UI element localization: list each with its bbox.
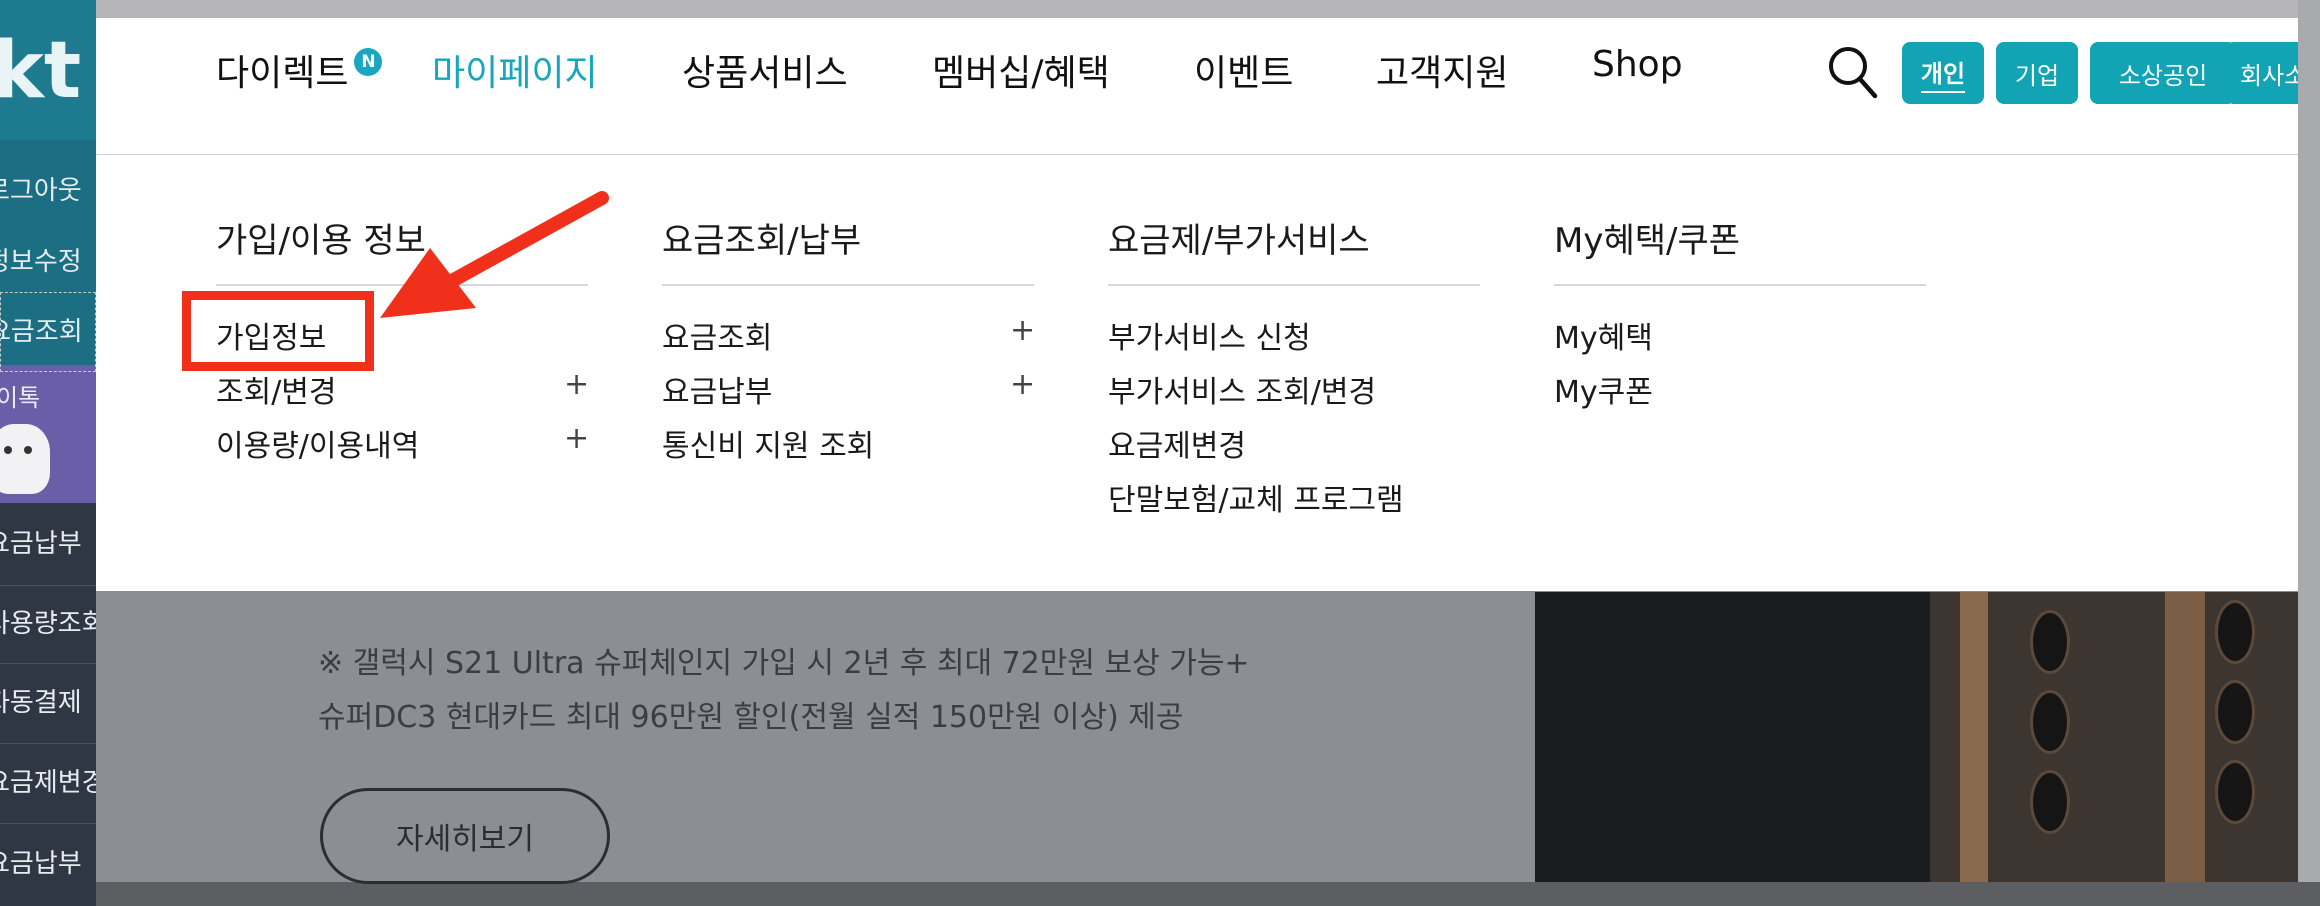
menu-link-subsidy-inquiry[interactable]: 통신비 지원 조회 xyxy=(662,421,874,465)
sidebar-divider xyxy=(0,663,96,664)
search-icon[interactable] xyxy=(1826,44,1878,100)
sidebar-divider xyxy=(0,823,96,824)
nav-support[interactable]: 고객지원 xyxy=(1376,44,1508,96)
nav-direct[interactable]: 다이렉트 N xyxy=(216,44,383,96)
top-dim-strip xyxy=(0,0,2320,18)
detail-button[interactable]: 자세히보기 xyxy=(320,788,610,884)
bottom-dim-band xyxy=(0,882,2320,906)
camera-lens-icon xyxy=(2215,600,2255,664)
sidebar-item-payment[interactable]: 요금납부 xyxy=(0,518,96,570)
sidebar-item-payment-2[interactable]: 요금납부 xyxy=(0,838,96,890)
camera-lens-icon xyxy=(2030,770,2070,834)
camera-lens-icon xyxy=(2215,760,2255,824)
phone-image xyxy=(1535,592,1935,892)
sidebar-item-edit-info[interactable]: 정보수정 xyxy=(0,236,96,288)
right-dim-strip xyxy=(2298,0,2320,906)
menu-column-title-billing: 요금조회/납부 xyxy=(662,213,1034,286)
menu-link-bill-inquiry[interactable]: 요금조회 xyxy=(662,313,772,357)
expand-plus-icon[interactable]: + xyxy=(1010,313,1035,348)
sidebar-item-plan-change[interactable]: 요금제변경 xyxy=(0,757,96,809)
menu-link-device-insurance[interactable]: 단말보험/교체 프로그램 xyxy=(1108,475,1404,519)
phone-frame-edge xyxy=(2165,592,2205,892)
menu-link-inquiry-change[interactable]: 조회/변경 xyxy=(216,367,337,411)
menu-column-title-benefits: My혜택/쿠폰 xyxy=(1554,213,1926,286)
annotation-arrow-icon xyxy=(380,191,609,318)
left-sidebar: kt 로그아웃 정보수정 요금조회 이톡 요금납부 사용량조회 자동결제 요금제… xyxy=(0,0,96,906)
menu-link-addon-apply[interactable]: 부가서비스 신청 xyxy=(1108,313,1311,357)
menu-link-usage-history[interactable]: 이용량/이용내역 xyxy=(216,421,419,465)
menu-link-addon-change[interactable]: 부가서비스 조회/변경 xyxy=(1108,367,1376,411)
sidebar-divider xyxy=(0,743,96,744)
segment-personal[interactable]: 개인 xyxy=(1902,42,1984,104)
segment-enterprise[interactable]: 기업 xyxy=(1996,42,2078,104)
menu-link-plan-change[interactable]: 요금제변경 xyxy=(1108,421,1246,465)
sidebar-ad-title: 이톡 xyxy=(0,384,41,412)
sidebar-divider xyxy=(0,585,96,586)
expand-plus-icon[interactable]: + xyxy=(564,367,589,402)
segment-company-intro[interactable]: 회사소개 xyxy=(2226,42,2298,104)
phone-frame-band xyxy=(1960,592,1988,892)
nav-shop[interactable]: Shop xyxy=(1592,44,1683,85)
global-header: 다이렉트 N 마이페이지 상품서비스 멤버십/혜택 이벤트 고객지원 Shop 개… xyxy=(96,18,2298,155)
nav-events[interactable]: 이벤트 xyxy=(1194,44,1293,96)
kt-logo[interactable]: kt xyxy=(0,0,96,140)
menu-column-title-plans: 요금제/부가서비스 xyxy=(1108,213,1480,286)
new-badge: N xyxy=(354,48,383,76)
promo-text-line2: 슈퍼DC3 현대카드 최대 96만원 할인(전월 실적 150만원 이상) 제공 xyxy=(318,700,1184,735)
mascot-character-icon xyxy=(0,424,50,494)
camera-lens-icon xyxy=(2215,680,2255,744)
menu-link-bill-payment[interactable]: 요금납부 xyxy=(662,367,772,411)
sidebar-item-usage[interactable]: 사용량조회 xyxy=(0,598,96,650)
nav-mypage[interactable]: 마이페이지 xyxy=(432,44,598,96)
menu-link-my-coupons[interactable]: My쿠폰 xyxy=(1554,367,1653,411)
sidebar-item-bill-inquiry[interactable]: 요금조회 xyxy=(0,292,96,372)
nav-products[interactable]: 상품서비스 xyxy=(682,44,848,96)
camera-lens-icon xyxy=(2030,610,2070,674)
camera-lens-icon xyxy=(2030,690,2070,754)
annotation-highlight-box xyxy=(182,291,374,371)
sidebar-item-autopay[interactable]: 자동결제 xyxy=(0,677,96,729)
expand-plus-icon[interactable]: + xyxy=(1010,367,1035,402)
segment-small-business[interactable]: 소상공인 xyxy=(2090,42,2236,104)
nav-membership[interactable]: 멤버십/혜택 xyxy=(932,44,1110,96)
sidebar-item-logout[interactable]: 로그아웃 xyxy=(0,165,96,217)
expand-plus-icon[interactable]: + xyxy=(564,421,589,456)
menu-link-my-benefits[interactable]: My혜택 xyxy=(1554,313,1653,357)
promo-text-line1: ※ 갤럭시 S21 Ultra 슈퍼체인지 가입 시 2년 후 최대 72만원 … xyxy=(318,646,1250,681)
